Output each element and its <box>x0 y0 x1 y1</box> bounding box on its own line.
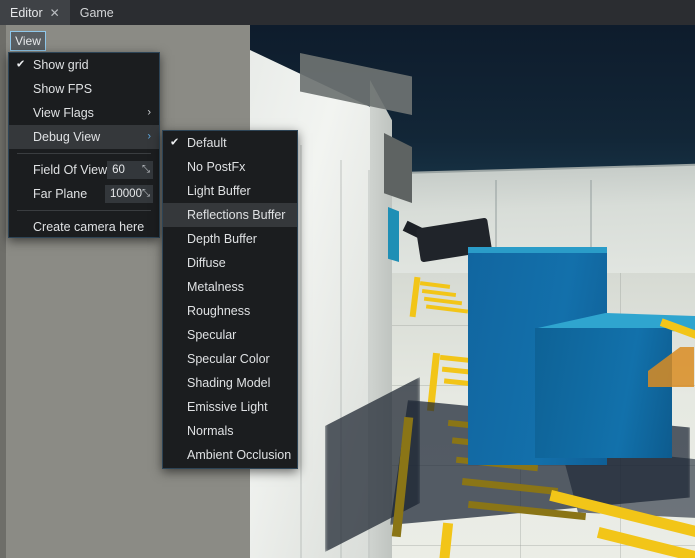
submenu-item-label: Specular <box>187 328 237 342</box>
editor-window: Editor ✕ Game View ✔ Show grid Show FPS … <box>0 0 695 558</box>
menu-separator <box>17 210 151 211</box>
building-panel-seam <box>300 145 302 558</box>
view-menu-popup: ✔ Show grid Show FPS View Flags › Debug … <box>8 52 160 238</box>
checkmark-icon: ✔ <box>170 136 180 149</box>
menu-item-debug-view[interactable]: Debug View › <box>9 125 159 149</box>
menu-item-label: Show FPS <box>33 82 93 96</box>
drag-handle-icon[interactable]: ⤡ <box>142 165 150 175</box>
checkmark-icon: ✔ <box>16 58 26 71</box>
submenu-item-label: Specular Color <box>187 352 270 366</box>
submenu-item-diffuse[interactable]: Diffuse <box>163 251 297 275</box>
submenu-item-label: Ambient Occlusion <box>187 448 292 462</box>
menu-item-create-camera-here[interactable]: Create camera here <box>9 215 159 239</box>
menu-item-label: Show grid <box>33 58 89 72</box>
close-icon[interactable]: ✕ <box>50 7 60 19</box>
menu-field-field-of-view[interactable]: Field Of View 60 ⤡ <box>9 158 159 182</box>
submenu-item-reflections-buffer[interactable]: Reflections Buffer <box>163 203 297 227</box>
submenu-item-metalness[interactable]: Metalness <box>163 275 297 299</box>
drag-handle-icon[interactable]: ⤡ <box>142 189 150 199</box>
submenu-item-label: Emissive Light <box>187 400 268 414</box>
tab-editor-label: Editor <box>10 5 43 20</box>
chevron-right-icon: › <box>147 106 151 119</box>
field-of-view-input[interactable]: 60 ⤡ <box>107 161 153 179</box>
submenu-item-normals[interactable]: Normals <box>163 419 297 443</box>
submenu-item-depth-buffer[interactable]: Depth Buffer <box>163 227 297 251</box>
submenu-item-light-buffer[interactable]: Light Buffer <box>163 179 297 203</box>
submenu-item-specular-color[interactable]: Specular Color <box>163 347 297 371</box>
menu-item-show-fps[interactable]: Show FPS <box>9 77 159 101</box>
submenu-item-label: Light Buffer <box>187 184 251 198</box>
menu-field-far-plane[interactable]: Far Plane 10000 ⤡ <box>9 182 159 206</box>
submenu-item-label: Roughness <box>187 304 251 318</box>
submenu-item-emissive-light[interactable]: Emissive Light <box>163 395 297 419</box>
menu-separator <box>17 153 151 154</box>
tab-bar: Editor ✕ Game <box>0 0 695 25</box>
submenu-item-no-postfx[interactable]: No PostFx <box>163 155 297 179</box>
cube-small[interactable] <box>535 328 672 458</box>
submenu-item-label: Reflections Buffer <box>187 208 286 222</box>
tab-game-label: Game <box>79 5 114 20</box>
submenu-item-specular[interactable]: Specular <box>163 323 297 347</box>
view-menu-button[interactable]: View <box>10 31 46 51</box>
submenu-item-default[interactable]: ✔ Default <box>163 131 297 155</box>
submenu-item-ambient-occlusion[interactable]: Ambient Occlusion <box>163 443 297 467</box>
far-plane-input[interactable]: 10000 ⤡ <box>105 185 153 203</box>
submenu-item-label: Depth Buffer <box>187 232 257 246</box>
submenu-item-label: Metalness <box>187 280 244 294</box>
chevron-right-icon: › <box>147 130 151 143</box>
tab-game[interactable]: Game <box>70 0 124 25</box>
field-label: Far Plane <box>33 187 88 201</box>
tab-editor[interactable]: Editor ✕ <box>0 0 70 25</box>
field-value: 10000 <box>110 188 142 200</box>
menu-item-label: View Flags <box>33 106 94 120</box>
menu-item-show-grid[interactable]: ✔ Show grid <box>9 53 159 77</box>
field-value: 60 <box>112 164 125 176</box>
viewport-left-edge <box>0 25 6 558</box>
submenu-item-label: Diffuse <box>187 256 226 270</box>
building-blue-strip <box>388 207 399 262</box>
submenu-item-label: Normals <box>187 424 234 438</box>
debug-view-submenu: ✔ Default No PostFx Light Buffer Reflect… <box>162 130 298 469</box>
submenu-item-shading-model[interactable]: Shading Model <box>163 371 297 395</box>
submenu-item-label: No PostFx <box>187 160 246 174</box>
menu-item-label: Debug View <box>33 130 101 144</box>
submenu-item-label: Shading Model <box>187 376 271 390</box>
submenu-item-roughness[interactable]: Roughness <box>163 299 297 323</box>
field-label: Field Of View <box>33 163 108 177</box>
menu-item-view-flags[interactable]: View Flags › <box>9 101 159 125</box>
menu-item-label: Create camera here <box>33 220 145 234</box>
submenu-item-label: Default <box>187 136 227 150</box>
